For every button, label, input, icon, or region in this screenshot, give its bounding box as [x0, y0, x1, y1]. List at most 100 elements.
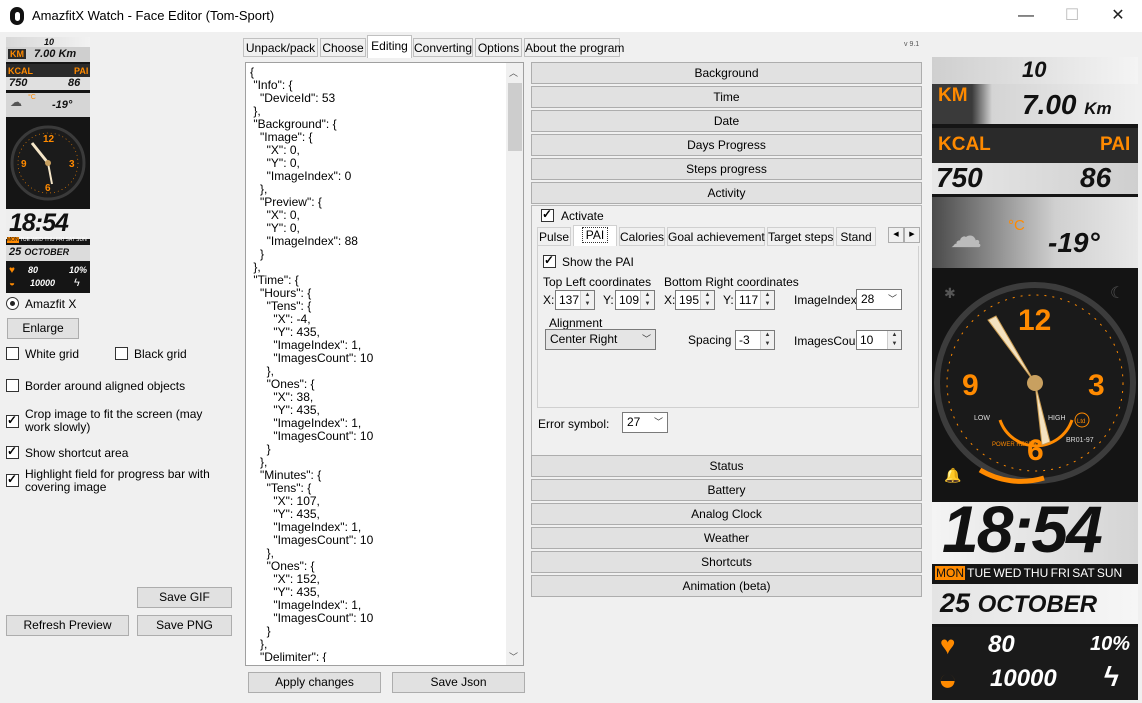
section-analog-clock[interactable]: Analog Clock	[531, 503, 922, 525]
small-heart-icon: ♥	[9, 265, 15, 276]
large-km-value: 7.00 Km	[1022, 89, 1112, 120]
close-button[interactable]: ✕	[1095, 0, 1141, 32]
image-index-select[interactable]: 28 ﹀	[856, 289, 902, 310]
section-activity[interactable]: Activity	[531, 182, 922, 204]
large-steps-icon: ◒	[938, 661, 958, 697]
svg-text:9: 9	[21, 159, 27, 170]
small-steps-value: 10000	[30, 278, 56, 288]
show-shortcut-checkbox[interactable]	[6, 444, 19, 459]
large-temp-unit: °C	[1008, 217, 1025, 234]
svg-text:☾: ☾	[1110, 283, 1124, 302]
tl-y-input[interactable]: 109 ▲ ▼	[615, 290, 655, 310]
error-symbol-select[interactable]: 27 ﹀	[622, 412, 668, 433]
large-pai-label: PAI	[1100, 134, 1131, 155]
activate-checkbox[interactable]	[541, 207, 554, 222]
section-time[interactable]: Time	[531, 86, 922, 108]
json-scroll-thumb[interactable]	[508, 83, 522, 151]
enlarge-button[interactable]: Enlarge	[7, 318, 79, 339]
large-heart-value: 80	[988, 631, 1015, 658]
section-battery[interactable]: Battery	[531, 479, 922, 501]
json-scrollbar[interactable]	[506, 63, 523, 665]
section-status[interactable]: Status	[531, 455, 922, 477]
section-days-progress[interactable]: Days Progress	[531, 134, 922, 156]
large-cloud-icon: ☁	[950, 218, 982, 254]
section-animation[interactable]: Animation (beta)	[531, 575, 922, 597]
large-steps-value: 10000	[990, 665, 1057, 692]
section-weather[interactable]: Weather	[531, 527, 922, 549]
section-steps-progress[interactable]: Steps progress	[531, 158, 922, 180]
black-grid-label: Black grid	[134, 347, 187, 361]
scroll-down-icon[interactable]: ﹀	[509, 650, 518, 663]
section-shortcuts[interactable]: Shortcuts	[531, 551, 922, 573]
tab-about[interactable]: About the program	[524, 38, 624, 57]
alignment-select[interactable]: Center Right ﹀	[545, 329, 656, 350]
large-heart-icon: ♥	[940, 630, 956, 660]
show-pai-checkbox[interactable]	[543, 253, 556, 268]
svg-text:✱: ✱	[944, 286, 956, 302]
subtab-pai[interactable]: PAI	[573, 225, 617, 246]
white-grid-checkbox[interactable]	[6, 347, 19, 360]
large-preview: 10 KM 7.00 Km KCAL PAI 750 86 ☁ °C -19° …	[932, 57, 1138, 700]
amazfit-x-label: Amazfit X	[25, 297, 77, 311]
br-y-input[interactable]: 117 ▲ ▼	[735, 290, 775, 310]
refresh-preview-button[interactable]: Refresh Preview	[6, 615, 129, 636]
save-json-button[interactable]: Save Json	[392, 672, 525, 693]
large-km-label: KM	[938, 85, 968, 106]
black-grid-checkbox[interactable]	[115, 347, 128, 360]
minimize-button[interactable]: —	[1003, 0, 1049, 32]
images-count-input[interactable]: 10 ▲ ▼	[856, 330, 902, 350]
large-temp-value: -19°	[1048, 227, 1100, 258]
highlight-field-checkbox[interactable]	[6, 472, 19, 487]
svg-text:6: 6	[45, 183, 51, 194]
border-aligned-checkbox[interactable]	[6, 379, 19, 392]
small-km-value: 7.00 Km	[34, 48, 77, 60]
save-png-button[interactable]: Save PNG	[137, 615, 232, 636]
crop-image-checkbox[interactable]	[6, 413, 19, 428]
subtab-calories[interactable]: Calories	[619, 227, 665, 246]
tab-choose[interactable]: Choose	[320, 38, 366, 57]
subtab-scroll-right-icon[interactable]: ▶	[904, 227, 920, 243]
small-time: 18:54	[9, 209, 69, 237]
maximize-button[interactable]: ☐	[1049, 0, 1095, 32]
small-km-label: KM	[8, 49, 26, 59]
json-text[interactable]: { "Info": { "DeviceId": 53 }, "Backgroun…	[250, 66, 500, 662]
svg-text:🔔: 🔔	[944, 467, 961, 484]
small-top-num: 10	[44, 37, 55, 47]
svg-text:9: 9	[962, 369, 979, 402]
spacing-input[interactable]: -3 ▲ ▼	[735, 330, 775, 350]
spacing-label: Spacing	[688, 333, 732, 347]
small-battery-value: 10%	[69, 265, 88, 275]
scroll-up-icon[interactable]: ︿	[509, 66, 518, 79]
svg-text:LOW: LOW	[974, 415, 990, 422]
tl-x-input[interactable]: 137 ▲ ▼	[555, 290, 595, 310]
images-count-label: ImagesCount	[794, 334, 866, 348]
border-aligned-label: Border around aligned objects	[25, 379, 186, 393]
svg-text:3: 3	[69, 159, 75, 170]
section-date[interactable]: Date	[531, 110, 922, 132]
tab-options[interactable]: Options	[475, 38, 522, 57]
svg-text:3: 3	[1088, 369, 1105, 402]
amazfit-x-radio[interactable]	[6, 297, 19, 310]
small-cloud-icon: ☁	[10, 95, 22, 109]
alignment-label: Alignment	[549, 316, 603, 330]
subtab-target-steps[interactable]: Target steps	[767, 227, 834, 246]
tab-converting[interactable]: Converting	[413, 38, 473, 57]
save-gif-button[interactable]: Save GIF	[137, 587, 232, 608]
tab-unpack-pack[interactable]: Unpack/pack	[243, 38, 318, 57]
small-preview: 10 KM 7.00 Km KCAL PAI 750 86 ☁ °C -19° …	[6, 37, 90, 293]
subtab-stand[interactable]: Stand	[836, 227, 876, 246]
subtab-goal-achievement[interactable]: Goal achievement	[667, 227, 765, 246]
app-icon	[10, 7, 24, 25]
br-x-input[interactable]: 195 ▲ ▼	[675, 290, 715, 310]
small-temp-value: -19°	[52, 99, 73, 111]
large-time: 18:54	[942, 492, 1103, 566]
br-y-label: Y:	[723, 293, 734, 307]
small-temp-unit: °C	[28, 94, 36, 101]
small-pai-value: 86	[68, 77, 81, 89]
section-background[interactable]: Background	[531, 62, 922, 84]
tab-editing[interactable]: Editing	[367, 35, 412, 58]
svg-text:BR01-97: BR01-97	[1066, 437, 1094, 444]
subtab-pulse[interactable]: Pulse	[537, 227, 571, 246]
apply-changes-button[interactable]: Apply changes	[248, 672, 381, 693]
subtab-scroll-left-icon[interactable]: ◀	[888, 227, 904, 243]
